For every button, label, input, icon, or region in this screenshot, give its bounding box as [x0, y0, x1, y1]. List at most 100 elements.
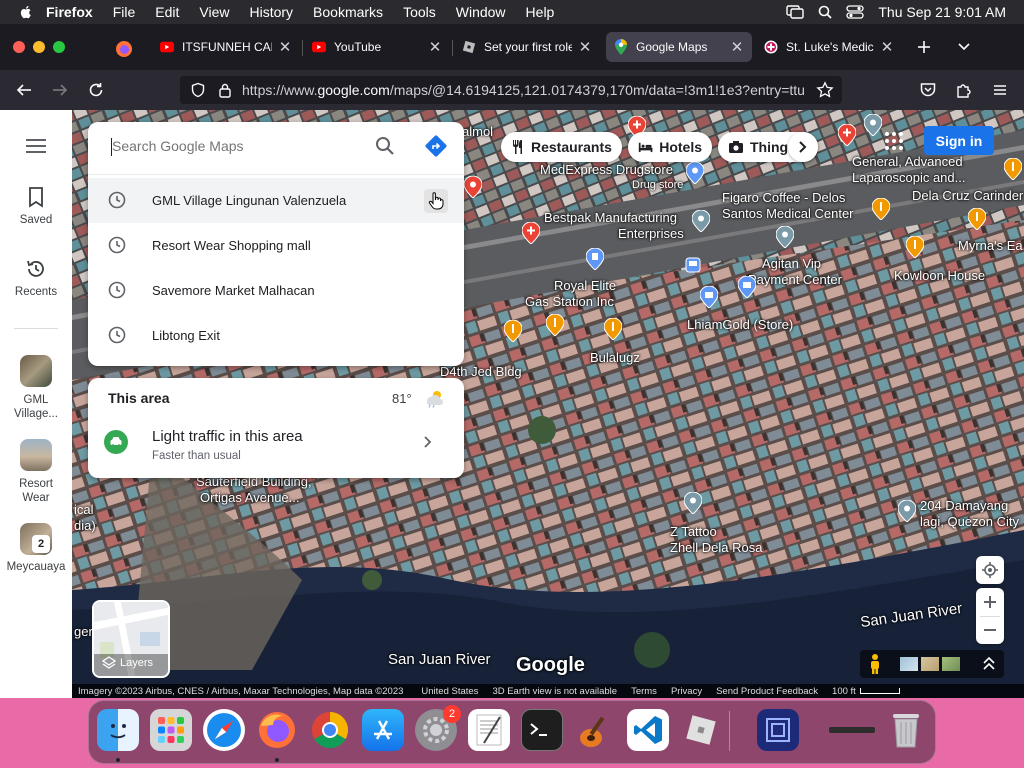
map-label[interactable]: Drug store: [632, 178, 683, 193]
zoom-out-button[interactable]: [976, 617, 1004, 644]
menu-bookmarks[interactable]: Bookmarks: [313, 4, 383, 20]
map-label[interactable]: Ortigas Avenue...: [200, 490, 300, 505]
textedit-icon[interactable]: [468, 709, 510, 751]
area-temperature[interactable]: 81°: [392, 391, 412, 406]
roblox-dock-icon[interactable]: [680, 709, 722, 751]
control-center-icon[interactable]: [846, 5, 865, 19]
tab-roblox[interactable]: Set your first role ✕: [454, 32, 600, 62]
lock-icon[interactable]: [218, 82, 232, 98]
traffic-row[interactable]: Light traffic in this area Faster than u…: [88, 416, 464, 478]
imagery-thumbnail[interactable]: [942, 657, 960, 671]
system-settings-icon[interactable]: 2: [415, 705, 461, 751]
vscode-icon[interactable]: [627, 709, 669, 751]
restaurant-pin-icon[interactable]: [968, 208, 986, 230]
tab-itsfunneh[interactable]: ITSFUNNEH CALL ✕: [152, 32, 300, 62]
directions-icon[interactable]: [425, 135, 447, 157]
map-label[interactable]: Bestpak Manufacturing: [544, 210, 677, 225]
map-label[interactable]: almol: [462, 124, 493, 139]
search-suggestion[interactable]: Libtong Exit: [88, 313, 464, 358]
terminal-icon[interactable]: [521, 709, 563, 751]
restaurant-pin-icon[interactable]: [464, 176, 482, 198]
map-label[interactable]: Kowloon House: [894, 268, 985, 283]
tab-close-icon[interactable]: ✕: [880, 38, 894, 56]
my-location-button[interactable]: [976, 556, 1004, 584]
menu-window[interactable]: Window: [456, 4, 506, 20]
chrome-icon[interactable]: [309, 709, 351, 751]
search-suggestion[interactable]: GML Village Lingunan Valenzuela: [88, 178, 464, 223]
map-label[interactable]: Agitan Vip: [762, 256, 821, 271]
map-label[interactable]: Santos Medical Center: [722, 206, 854, 221]
hospital-pin-icon[interactable]: [522, 222, 540, 244]
finder-icon[interactable]: [97, 709, 139, 751]
map-label[interactable]: ical: [74, 502, 94, 517]
menu-view[interactable]: View: [199, 4, 229, 20]
maps-menu-button[interactable]: [25, 138, 47, 154]
place-pin-icon[interactable]: [898, 500, 916, 522]
place-pin-icon[interactable]: [692, 210, 710, 232]
map-label[interactable]: MedExpress Drugstore: [540, 162, 673, 177]
map-label[interactable]: ger: [74, 624, 93, 639]
bookmark-star-icon[interactable]: [816, 81, 834, 99]
tab-close-icon[interactable]: ✕: [428, 38, 442, 56]
sign-in-button[interactable]: Sign in: [924, 126, 994, 155]
bus-stop-icon[interactable]: [684, 256, 702, 278]
map-label[interactable]: Zhell Dela Rosa: [670, 540, 763, 555]
menu-edit[interactable]: Edit: [155, 4, 179, 20]
tracking-protection-shield-icon[interactable]: [190, 82, 206, 98]
map-label[interactable]: General, Advanced: [852, 154, 963, 169]
garageband-icon[interactable]: [574, 709, 616, 751]
trash-icon[interactable]: [885, 709, 927, 751]
layers-button[interactable]: Layers: [92, 600, 170, 678]
chips-scroll-right-button[interactable]: [788, 132, 818, 162]
zoom-in-button[interactable]: [976, 589, 1004, 616]
chevron-up-double-icon[interactable]: [982, 656, 996, 672]
list-all-tabs-button[interactable]: [954, 37, 974, 57]
imagery-thumbnail[interactable]: [921, 657, 939, 671]
imagery-thumbnail[interactable]: [900, 657, 918, 671]
apple-icon[interactable]: [18, 4, 34, 20]
window-close-button[interactable]: [13, 41, 25, 53]
menu-tools[interactable]: Tools: [403, 4, 436, 20]
chip-hotels[interactable]: Hotels: [628, 132, 712, 162]
restaurant-pin-icon[interactable]: [604, 318, 622, 340]
footer-country-link[interactable]: United States: [421, 686, 478, 697]
new-tab-button[interactable]: [914, 37, 934, 57]
firefox-view-icon[interactable]: [114, 39, 134, 59]
screen-window-icon[interactable]: [757, 709, 799, 751]
forward-button[interactable]: [48, 78, 72, 102]
address-bar[interactable]: https://www.google.com/maps/@14.6194125,…: [180, 76, 842, 104]
reload-button[interactable]: [84, 78, 108, 102]
restaurant-pin-icon[interactable]: [906, 236, 924, 258]
rail-recents[interactable]: Recents: [0, 258, 72, 298]
window-zoom-button[interactable]: [53, 41, 65, 53]
map-label[interactable]: Z Tattoo: [670, 524, 717, 539]
restaurant-pin-icon[interactable]: [1004, 158, 1022, 180]
rail-recent-place[interactable]: Resort Wear: [0, 439, 72, 505]
map-label[interactable]: Bulalugz: [590, 350, 640, 365]
app-store-icon[interactable]: [362, 709, 404, 751]
map-label[interactable]: Figaro Coffee - Delos: [722, 190, 845, 205]
map-label[interactable]: Payment Center: [748, 272, 842, 287]
rail-saved[interactable]: Saved: [0, 186, 72, 226]
map-label[interactable]: 204 Damayang: [920, 498, 1008, 513]
hospital-pin-icon[interactable]: [838, 124, 856, 146]
minimized-window-icon[interactable]: [825, 709, 879, 751]
map-label[interactable]: dia): [74, 518, 96, 533]
place-pin-icon[interactable]: [776, 226, 794, 248]
window-minimize-button[interactable]: [33, 41, 45, 53]
tab-close-icon[interactable]: ✕: [278, 38, 292, 56]
restaurant-pin-icon[interactable]: [504, 320, 522, 342]
menu-file[interactable]: File: [113, 4, 136, 20]
map-label[interactable]: LhiamGold (Store): [687, 317, 793, 332]
shopping-pin-icon[interactable]: [738, 276, 756, 298]
menu-app-name[interactable]: Firefox: [46, 4, 93, 20]
map-label[interactable]: lagi, Quezon City: [920, 514, 1019, 529]
screen-mirroring-icon[interactable]: [786, 5, 805, 19]
spotlight-search-icon[interactable]: [818, 5, 832, 19]
extensions-button[interactable]: [952, 78, 976, 102]
menu-clock[interactable]: Thu Sep 21 9:01 AM: [878, 4, 1006, 20]
back-button[interactable]: [12, 78, 36, 102]
footer-privacy-link[interactable]: Privacy: [671, 686, 702, 697]
rail-recent-place[interactable]: GML Village...: [0, 355, 72, 421]
footer-terms-link[interactable]: Terms: [631, 686, 657, 697]
